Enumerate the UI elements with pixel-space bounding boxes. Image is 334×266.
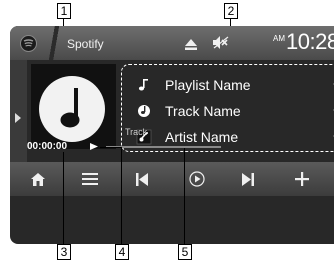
track-name: Track Name <box>165 103 241 119</box>
progress-bar <box>106 146 221 148</box>
clock-time: 10:28 <box>286 29 334 54</box>
chevron-right-icon <box>15 113 21 123</box>
page: 1 2 Spotify AM 10:28 Playlist Name Track… <box>0 0 334 266</box>
status-bar: Spotify AM 10:28 <box>10 26 334 60</box>
status-bar-divider <box>46 26 62 60</box>
playlist-row[interactable]: Playlist Name <box>122 75 334 97</box>
track-label: Track <box>125 127 148 137</box>
plus-icon <box>295 172 309 186</box>
menu-icon <box>82 173 98 185</box>
spotify-icon[interactable] <box>20 35 37 52</box>
play-pause-icon <box>189 171 205 187</box>
menu-button[interactable] <box>68 162 112 196</box>
music-note-icon <box>39 76 105 142</box>
callout-4-leader-v <box>121 147 122 244</box>
callout-3: 3 <box>57 244 71 260</box>
callout-2: 2 <box>224 3 238 19</box>
track-row[interactable]: Track Name <box>122 101 334 123</box>
next-icon <box>242 173 254 186</box>
mute-icon[interactable] <box>213 36 229 54</box>
previous-icon <box>136 173 148 186</box>
app-title: Spotify <box>67 37 104 51</box>
next-button[interactable] <box>226 162 270 196</box>
callout-1: 1 <box>57 3 71 19</box>
eject-icon[interactable] <box>185 37 197 55</box>
control-bar <box>10 162 334 196</box>
callout-3-leader <box>63 152 64 244</box>
head-unit-screen: Spotify AM 10:28 Playlist Name Track Nam… <box>10 26 334 244</box>
play-status-icon <box>90 143 98 150</box>
callout-5: 5 <box>178 244 192 260</box>
add-button[interactable] <box>280 162 324 196</box>
elapsed-time: 00:00:00 <box>27 141 68 152</box>
callout-5-leader <box>184 148 185 244</box>
home-icon <box>31 173 45 186</box>
playlist-icon <box>138 79 148 91</box>
clock-ampm: AM <box>273 34 285 43</box>
side-panel-tab[interactable] <box>10 60 27 176</box>
track-icon <box>138 105 150 117</box>
home-button[interactable] <box>16 162 60 196</box>
artist-name: Artist Name <box>165 129 239 145</box>
track-info-panel: Playlist Name Track Name Artist Name <box>121 64 334 152</box>
callout-4-leader-h <box>100 147 122 148</box>
callout-4: 4 <box>115 244 129 260</box>
playlist-name: Playlist Name <box>165 77 251 93</box>
album-artwork <box>31 64 116 149</box>
play-pause-button[interactable] <box>175 162 219 196</box>
previous-button[interactable] <box>120 162 164 196</box>
